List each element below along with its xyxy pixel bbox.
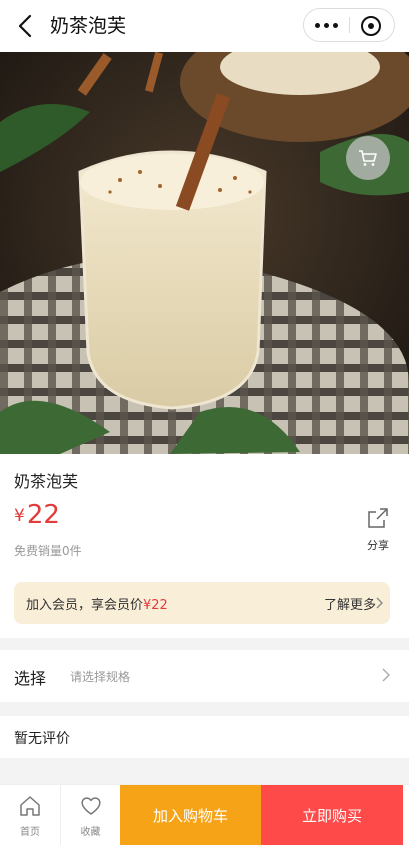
capsule-divider [349,17,350,33]
learn-more-link[interactable]: 了解更多 [324,594,376,613]
currency-symbol: ¥ [14,506,25,526]
spec-placeholder: 请选择规格 [70,670,131,684]
home-label: 首页 [20,827,40,838]
top-nav-bar: 奶茶泡芙 [0,0,409,52]
product-price: ¥22 [14,500,60,530]
home-icon [20,796,40,816]
no-reviews-text: 暂无评价 [14,731,70,747]
product-photo [0,52,409,454]
spec-label: 选择 [14,669,47,688]
product-info-card: 奶茶泡芙 ¥22 免费销量0件 分享 加入会员，享会员价¥22 了解更多 [0,454,409,638]
buy-now-button[interactable]: 立即购买 [261,785,403,845]
back-arrow-icon[interactable] [14,12,38,40]
share-label: 分享 [367,539,389,552]
price-value: 22 [26,500,60,530]
mini-program-capsule [303,8,395,42]
bottom-action-bar: 首页 收藏 加入购物车 立即购买 [0,784,409,848]
member-price: ¥22 [143,598,168,613]
share-icon [368,508,388,528]
heart-icon [80,797,101,815]
spec-select-row[interactable]: 选择 请选择规格 [0,650,409,702]
sales-count: 免费销量0件 [14,544,82,558]
chevron-right-icon [382,668,390,682]
product-name: 奶茶泡芙 [14,472,79,491]
add-to-cart-button[interactable]: 加入购物车 [120,785,261,845]
chevron-right-icon [376,597,383,609]
favorite-label: 收藏 [80,827,101,838]
floating-cart-button[interactable] [346,136,390,180]
reviews-section: 暂无评价 [0,716,409,758]
more-dots-icon[interactable] [304,9,349,41]
page-title: 奶茶泡芙 [50,15,127,37]
mini-program-close-icon[interactable] [359,14,383,38]
cart-icon [359,150,377,166]
member-text: 加入会员，享会员价¥22 [26,594,168,613]
product-image[interactable] [0,52,409,454]
member-offer-text: 加入会员，享会员价 [26,598,144,613]
favorite-tab[interactable]: 收藏 [60,785,120,845]
member-banner[interactable]: 加入会员，享会员价¥22 了解更多 [14,582,390,624]
home-tab[interactable]: 首页 [0,785,60,845]
share-button[interactable]: 分享 [358,506,398,553]
